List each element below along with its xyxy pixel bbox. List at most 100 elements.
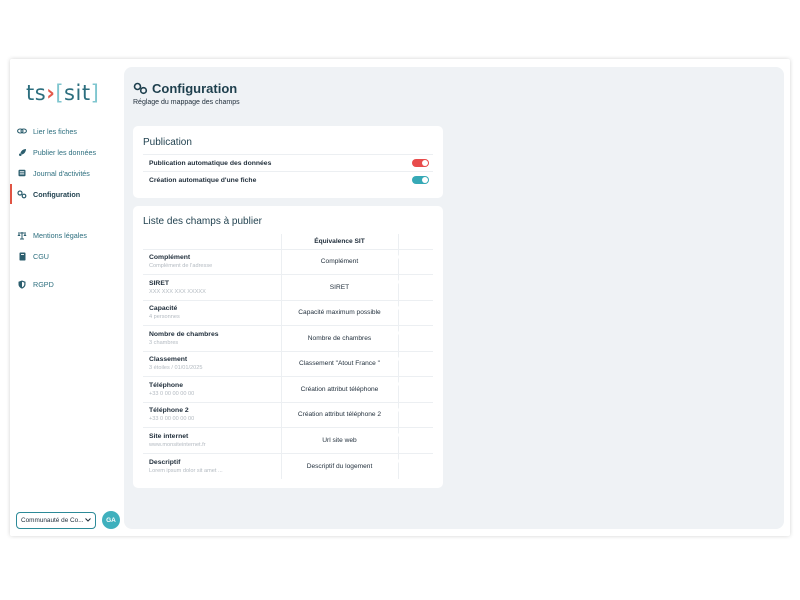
logo-bracket-close: ] (90, 81, 100, 105)
fields-table-body: Complément Complément de l'adresse Complém… (143, 248, 433, 479)
field-placeholder: +33 0 00 00 00 00 (149, 390, 195, 397)
table-row: Téléphone +33 0 00 00 00 00 Création attri… (143, 376, 433, 402)
scale-icon (17, 230, 27, 240)
journal-icon (17, 168, 27, 178)
publication-title: Publication (143, 137, 192, 148)
toggle-cell (398, 274, 433, 300)
sidebar-item-label: Lier les fiches (33, 126, 77, 136)
page-title: Configuration (133, 81, 237, 96)
table-row: Descriptif Lorem ipsum dolor sit amet ...… (143, 452, 433, 479)
book-icon (17, 251, 27, 261)
user-avatar[interactable]: GA (102, 511, 120, 529)
field-name: Descriptif (149, 458, 181, 466)
field-equivalence: Création attribut téléphone (281, 376, 399, 402)
field-placeholder: 3 chambres (149, 339, 179, 346)
table-row: Capacité 4 personnes Capacité maximum poss… (143, 299, 433, 326)
sidebar-item-journal[interactable]: Journal d'activités (10, 163, 123, 183)
toggle-cell (398, 248, 433, 275)
field-name: Téléphone (149, 381, 183, 389)
field-placeholder: www.monsiteinternet.fr (149, 441, 206, 448)
toggle-cell (398, 401, 433, 428)
field-cell: Descriptif Lorem ipsum dolor sit amet ... (143, 452, 282, 479)
community-select-value: Communauté de Co... (21, 516, 84, 524)
community-select[interactable]: Communauté de Co... (16, 511, 96, 529)
publication-row-auto-publish: Publication automatique des données (143, 154, 433, 171)
sidebar-item-label: CGU (33, 251, 49, 261)
field-equivalence: Nombre de chambres (281, 325, 399, 351)
fields-table-header: Équivalence SIT (143, 234, 433, 250)
auto-create-toggle[interactable] (412, 176, 429, 184)
table-row: SIRET XXX XXX XXX XXXXX SIRET (143, 274, 433, 300)
sidebar-item-configuration[interactable]: Configuration (10, 184, 123, 204)
field-placeholder: 4 personnes (149, 314, 180, 321)
link-icon (17, 126, 27, 136)
field-cell: Capacité 4 personnes (143, 299, 282, 326)
field-name: Téléphone 2 (149, 407, 189, 415)
logo-ts: ts (26, 81, 47, 105)
logo-sit: sit (64, 81, 91, 105)
rocket-icon (17, 147, 27, 157)
publication-row-label: Création automatique d'une fiche (149, 176, 257, 184)
publication-row-auto-create: Création automatique d'une fiche (143, 171, 433, 188)
field-cell: Site internet www.monsiteinternet.fr (143, 427, 282, 453)
field-placeholder: Complément de l'adresse (149, 263, 213, 270)
toggle-cell (398, 325, 433, 351)
main-content: Configuration Réglage du mappage des cha… (124, 67, 784, 529)
sidebar-item-lier-les-fiches[interactable]: Lier les fiches (10, 121, 123, 141)
gears-icon (133, 82, 148, 95)
sidebar-item-label: RGPD (33, 279, 54, 289)
field-name: Site internet (149, 432, 189, 440)
gears-icon (17, 189, 27, 199)
table-row: Complément Complément de l'adresse Complém… (143, 248, 433, 275)
toggle-cell (398, 350, 433, 377)
field-equivalence: Création attribut téléphone 2 (281, 401, 399, 428)
sidebar: ts›[sit] Lier les fiches Publier les don… (10, 59, 123, 536)
fields-title: Liste des champs à publier (143, 216, 262, 227)
page-subtitle: Réglage du mappage des champs (133, 99, 240, 106)
field-placeholder: XXX XXX XXX XXXXX (149, 288, 206, 295)
logo-bracket-open: [ (55, 81, 65, 105)
field-name: SIRET (149, 279, 170, 287)
sidebar-footer: Communauté de Co... GA (16, 511, 120, 529)
header-equivalence: Équivalence SIT (281, 234, 399, 250)
sidebar-item-label: Publier les données (33, 147, 97, 157)
field-placeholder: Lorem ipsum dolor sit amet ... (149, 467, 223, 474)
fields-table: Équivalence SIT Complément Complément de … (143, 234, 433, 479)
table-row: Classement 3 étoiles / 01/01/2025 Classeme… (143, 350, 433, 377)
field-cell: Classement 3 étoiles / 01/01/2025 (143, 350, 282, 377)
chevron-down-icon (85, 517, 91, 524)
publication-card: Publication Publication automatique des … (133, 126, 443, 198)
field-cell: SIRET XXX XXX XXX XXXXX (143, 274, 282, 300)
sidebar-item-cgu[interactable]: CGU (10, 246, 123, 266)
sidebar-item-mentions-legales[interactable]: Mentions légales (10, 225, 123, 245)
toggle-cell (398, 452, 433, 479)
sidebar-item-label: Mentions légales (33, 230, 87, 240)
table-row: Site internet www.monsiteinternet.fr Url s… (143, 427, 433, 453)
fields-card: Liste des champs à publier Équivalence S… (133, 206, 443, 488)
field-equivalence: SIRET (281, 274, 399, 300)
field-cell: Téléphone 2 +33 0 00 00 00 00 (143, 401, 282, 428)
header-empty (143, 234, 282, 250)
app-logo[interactable]: ts›[sit] (26, 81, 99, 105)
field-name: Complément (149, 254, 191, 262)
field-placeholder: +33 0 00 00 00 00 (149, 416, 195, 423)
table-row: Nombre de chambres 3 chambres Nombre de ch… (143, 325, 433, 351)
page-title-text: Configuration (152, 81, 238, 96)
sidebar-item-label: Configuration (33, 189, 81, 199)
app-window: ts›[sit] Lier les fiches Publier les don… (10, 59, 790, 536)
sidebar-item-label: Journal d'activités (33, 168, 90, 178)
header-toggle (398, 234, 433, 250)
sidebar-item-publier-les-donnees[interactable]: Publier les données (10, 142, 123, 162)
table-row: Téléphone 2 +33 0 00 00 00 00 Création att… (143, 401, 433, 428)
sidebar-item-rgpd[interactable]: RGPD (10, 274, 123, 294)
field-cell: Nombre de chambres 3 chambres (143, 325, 282, 351)
field-equivalence: Complément (281, 248, 399, 275)
field-equivalence: Descriptif du logement (281, 452, 399, 479)
toggle-cell (398, 427, 433, 453)
logo-chevron: › (46, 81, 56, 105)
field-name: Capacité (149, 305, 178, 313)
field-equivalence: Capacité maximum possible (281, 299, 399, 326)
field-equivalence: Classement "Atout France " (281, 350, 399, 377)
auto-publish-toggle[interactable] (412, 159, 429, 167)
field-equivalence: Url site web (281, 427, 399, 453)
